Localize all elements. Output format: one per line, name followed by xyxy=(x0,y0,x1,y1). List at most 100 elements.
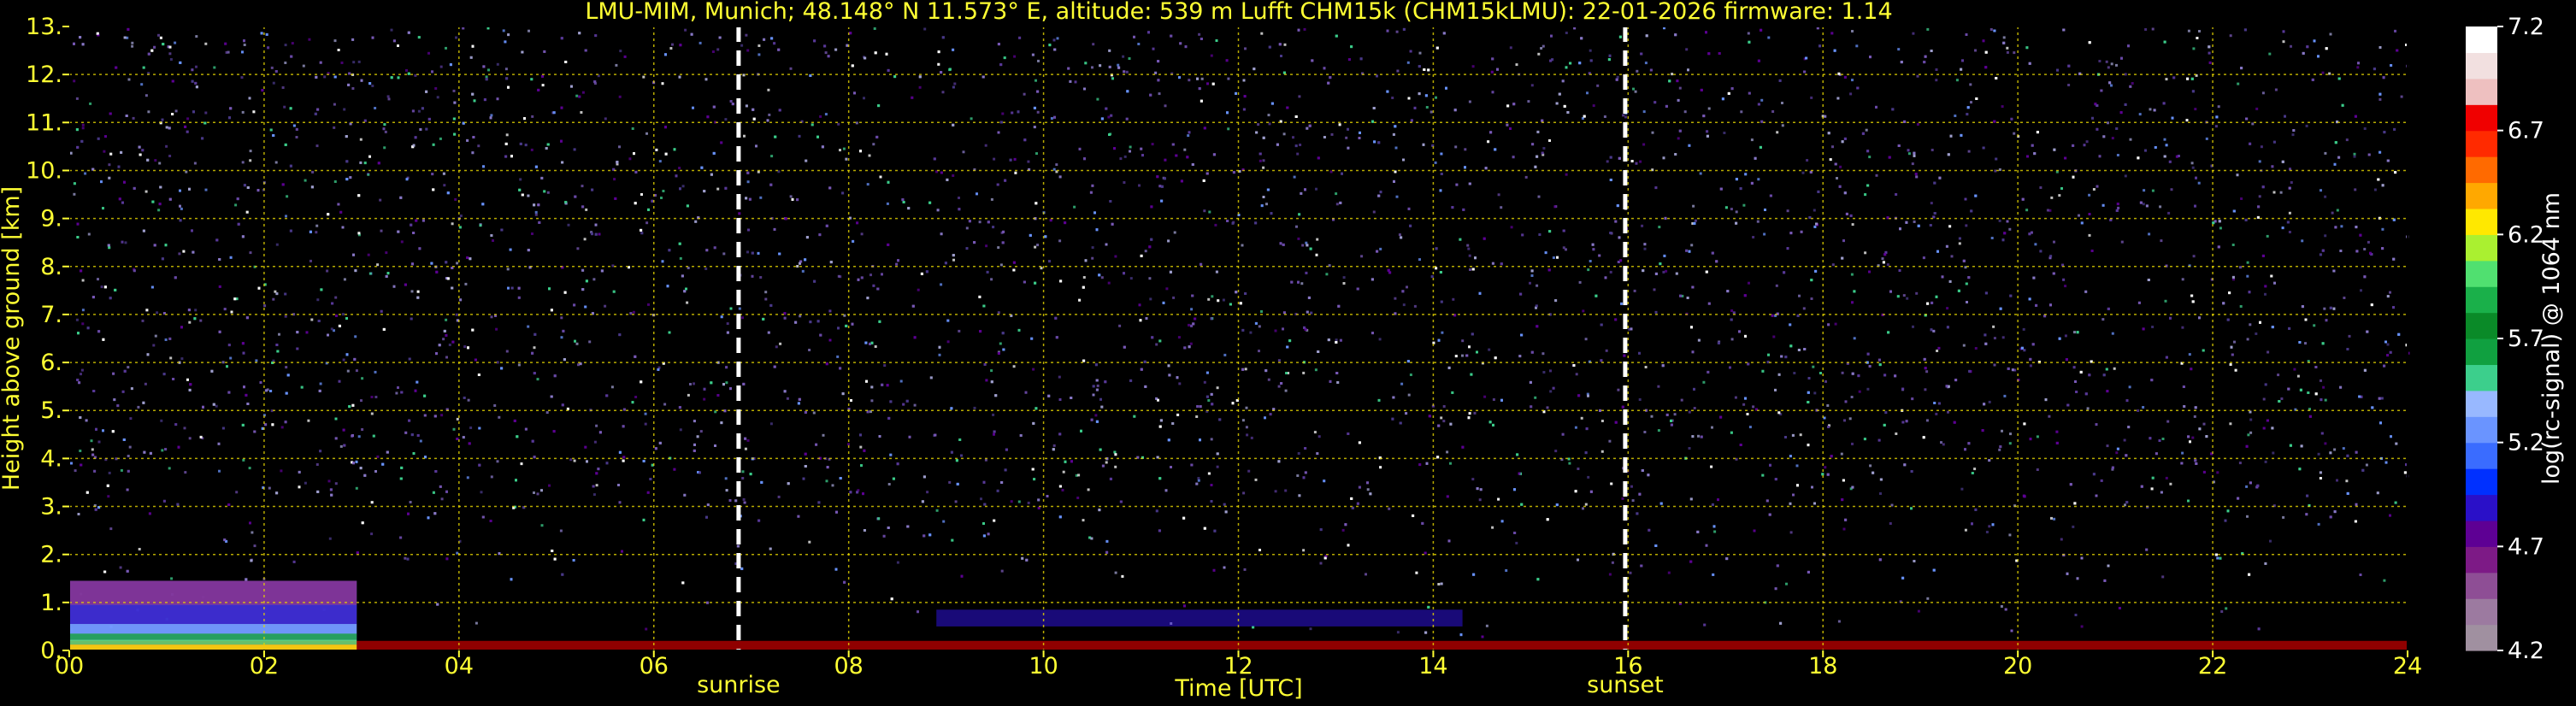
noise-dot xyxy=(91,448,94,451)
noise-dot xyxy=(2360,289,2362,292)
noise-dot xyxy=(121,390,125,393)
noise-dot xyxy=(1786,209,1789,213)
noise-dot xyxy=(504,68,508,71)
noise-dot xyxy=(2214,125,2218,128)
noise-dot xyxy=(2117,206,2120,209)
noise-dot xyxy=(1916,74,1919,78)
noise-dot xyxy=(1396,631,1400,634)
noise-dot xyxy=(73,182,76,185)
noise-dot xyxy=(333,126,336,129)
noise-dot xyxy=(221,361,225,364)
noise-dot xyxy=(1446,450,1449,454)
noise-dot xyxy=(2269,539,2272,543)
noise-dot xyxy=(436,96,439,99)
noise-dot xyxy=(952,258,955,262)
noise-dot xyxy=(455,36,457,39)
noise-dot xyxy=(1036,110,1040,114)
noise-dot xyxy=(81,322,85,326)
noise-dot xyxy=(2345,479,2349,483)
noise-dot xyxy=(2001,336,2005,339)
noise-dot xyxy=(1302,549,1306,552)
noise-dot xyxy=(874,345,877,348)
noise-dot xyxy=(1297,237,1300,240)
noise-dot xyxy=(1298,494,1301,497)
noise-dot xyxy=(286,195,289,198)
noise-dot xyxy=(1003,56,1006,60)
noise-dot xyxy=(1407,393,1411,397)
noise-dot xyxy=(2169,482,2172,485)
noise-dot xyxy=(1772,335,1776,338)
noise-dot xyxy=(1091,256,1094,260)
noise-dot xyxy=(374,396,378,398)
noise-dot xyxy=(2148,232,2151,236)
noise-dot xyxy=(2342,447,2345,450)
noise-dot xyxy=(281,86,285,89)
noise-dot xyxy=(2002,36,2006,39)
noise-dot xyxy=(1955,79,1959,82)
noise-dot xyxy=(108,163,111,167)
noise-dot xyxy=(145,309,149,312)
noise-dot xyxy=(767,88,770,91)
noise-dot xyxy=(370,532,374,536)
noise-dot xyxy=(1395,30,1399,33)
noise-dot xyxy=(1188,323,1190,327)
noise-dot xyxy=(1468,412,1471,415)
noise-dot xyxy=(768,113,771,116)
noise-dot xyxy=(304,179,307,182)
noise-dot xyxy=(272,297,275,301)
noise-dot xyxy=(1962,344,1966,347)
noise-dot xyxy=(251,531,254,534)
noise-dot xyxy=(165,126,168,129)
noise-dot xyxy=(595,484,598,487)
noise-dot xyxy=(1394,297,1397,300)
noise-dot xyxy=(913,403,917,407)
noise-dot xyxy=(1203,380,1206,384)
noise-dot xyxy=(533,346,536,350)
noise-dot xyxy=(1611,561,1614,564)
noise-dot xyxy=(999,263,1003,267)
noise-dot xyxy=(124,241,127,244)
noise-dot xyxy=(917,288,920,291)
noise-dot xyxy=(1789,502,1792,505)
noise-dot xyxy=(2353,155,2356,158)
noise-dot xyxy=(1037,59,1040,62)
noise-dot xyxy=(2190,162,2194,165)
noise-dot xyxy=(1398,233,1401,237)
noise-dot xyxy=(213,66,216,69)
noise-dot xyxy=(647,303,650,306)
noise-dot xyxy=(323,75,327,79)
noise-dot xyxy=(1812,365,1815,368)
noise-dot xyxy=(1864,251,1867,255)
noise-dot xyxy=(1078,298,1082,302)
noise-dot xyxy=(1609,270,1612,274)
noise-dot xyxy=(2270,274,2273,278)
noise-dot xyxy=(1541,151,1544,155)
noise-dot xyxy=(2039,186,2043,189)
noise-dot xyxy=(1034,245,1037,249)
noise-dot xyxy=(2191,166,2195,169)
noise-dot xyxy=(2367,240,2370,244)
noise-dot xyxy=(533,491,535,494)
noise-dot xyxy=(445,333,448,337)
noise-dot xyxy=(973,406,976,409)
noise-dot xyxy=(1915,291,1919,295)
noise-dot xyxy=(2080,221,2084,225)
noise-dot xyxy=(2225,607,2228,610)
noise-dot xyxy=(1970,101,1972,104)
noise-dot xyxy=(1506,123,1509,126)
noise-dot xyxy=(740,44,744,47)
noise-dot xyxy=(1826,404,1830,407)
noise-dot xyxy=(2262,397,2266,401)
noise-dot xyxy=(1657,385,1660,388)
noise-dot xyxy=(223,538,227,542)
noise-dot xyxy=(1730,208,1733,211)
noise-dot xyxy=(1017,500,1021,503)
noise-dot xyxy=(2161,575,2165,579)
noise-dot xyxy=(1478,498,1482,502)
noise-dot xyxy=(543,190,546,193)
noise-dot xyxy=(103,150,106,153)
noise-dot xyxy=(1488,348,1491,351)
noise-dot xyxy=(2083,144,2086,147)
noise-dot xyxy=(1529,281,1531,285)
noise-dot xyxy=(466,138,469,142)
